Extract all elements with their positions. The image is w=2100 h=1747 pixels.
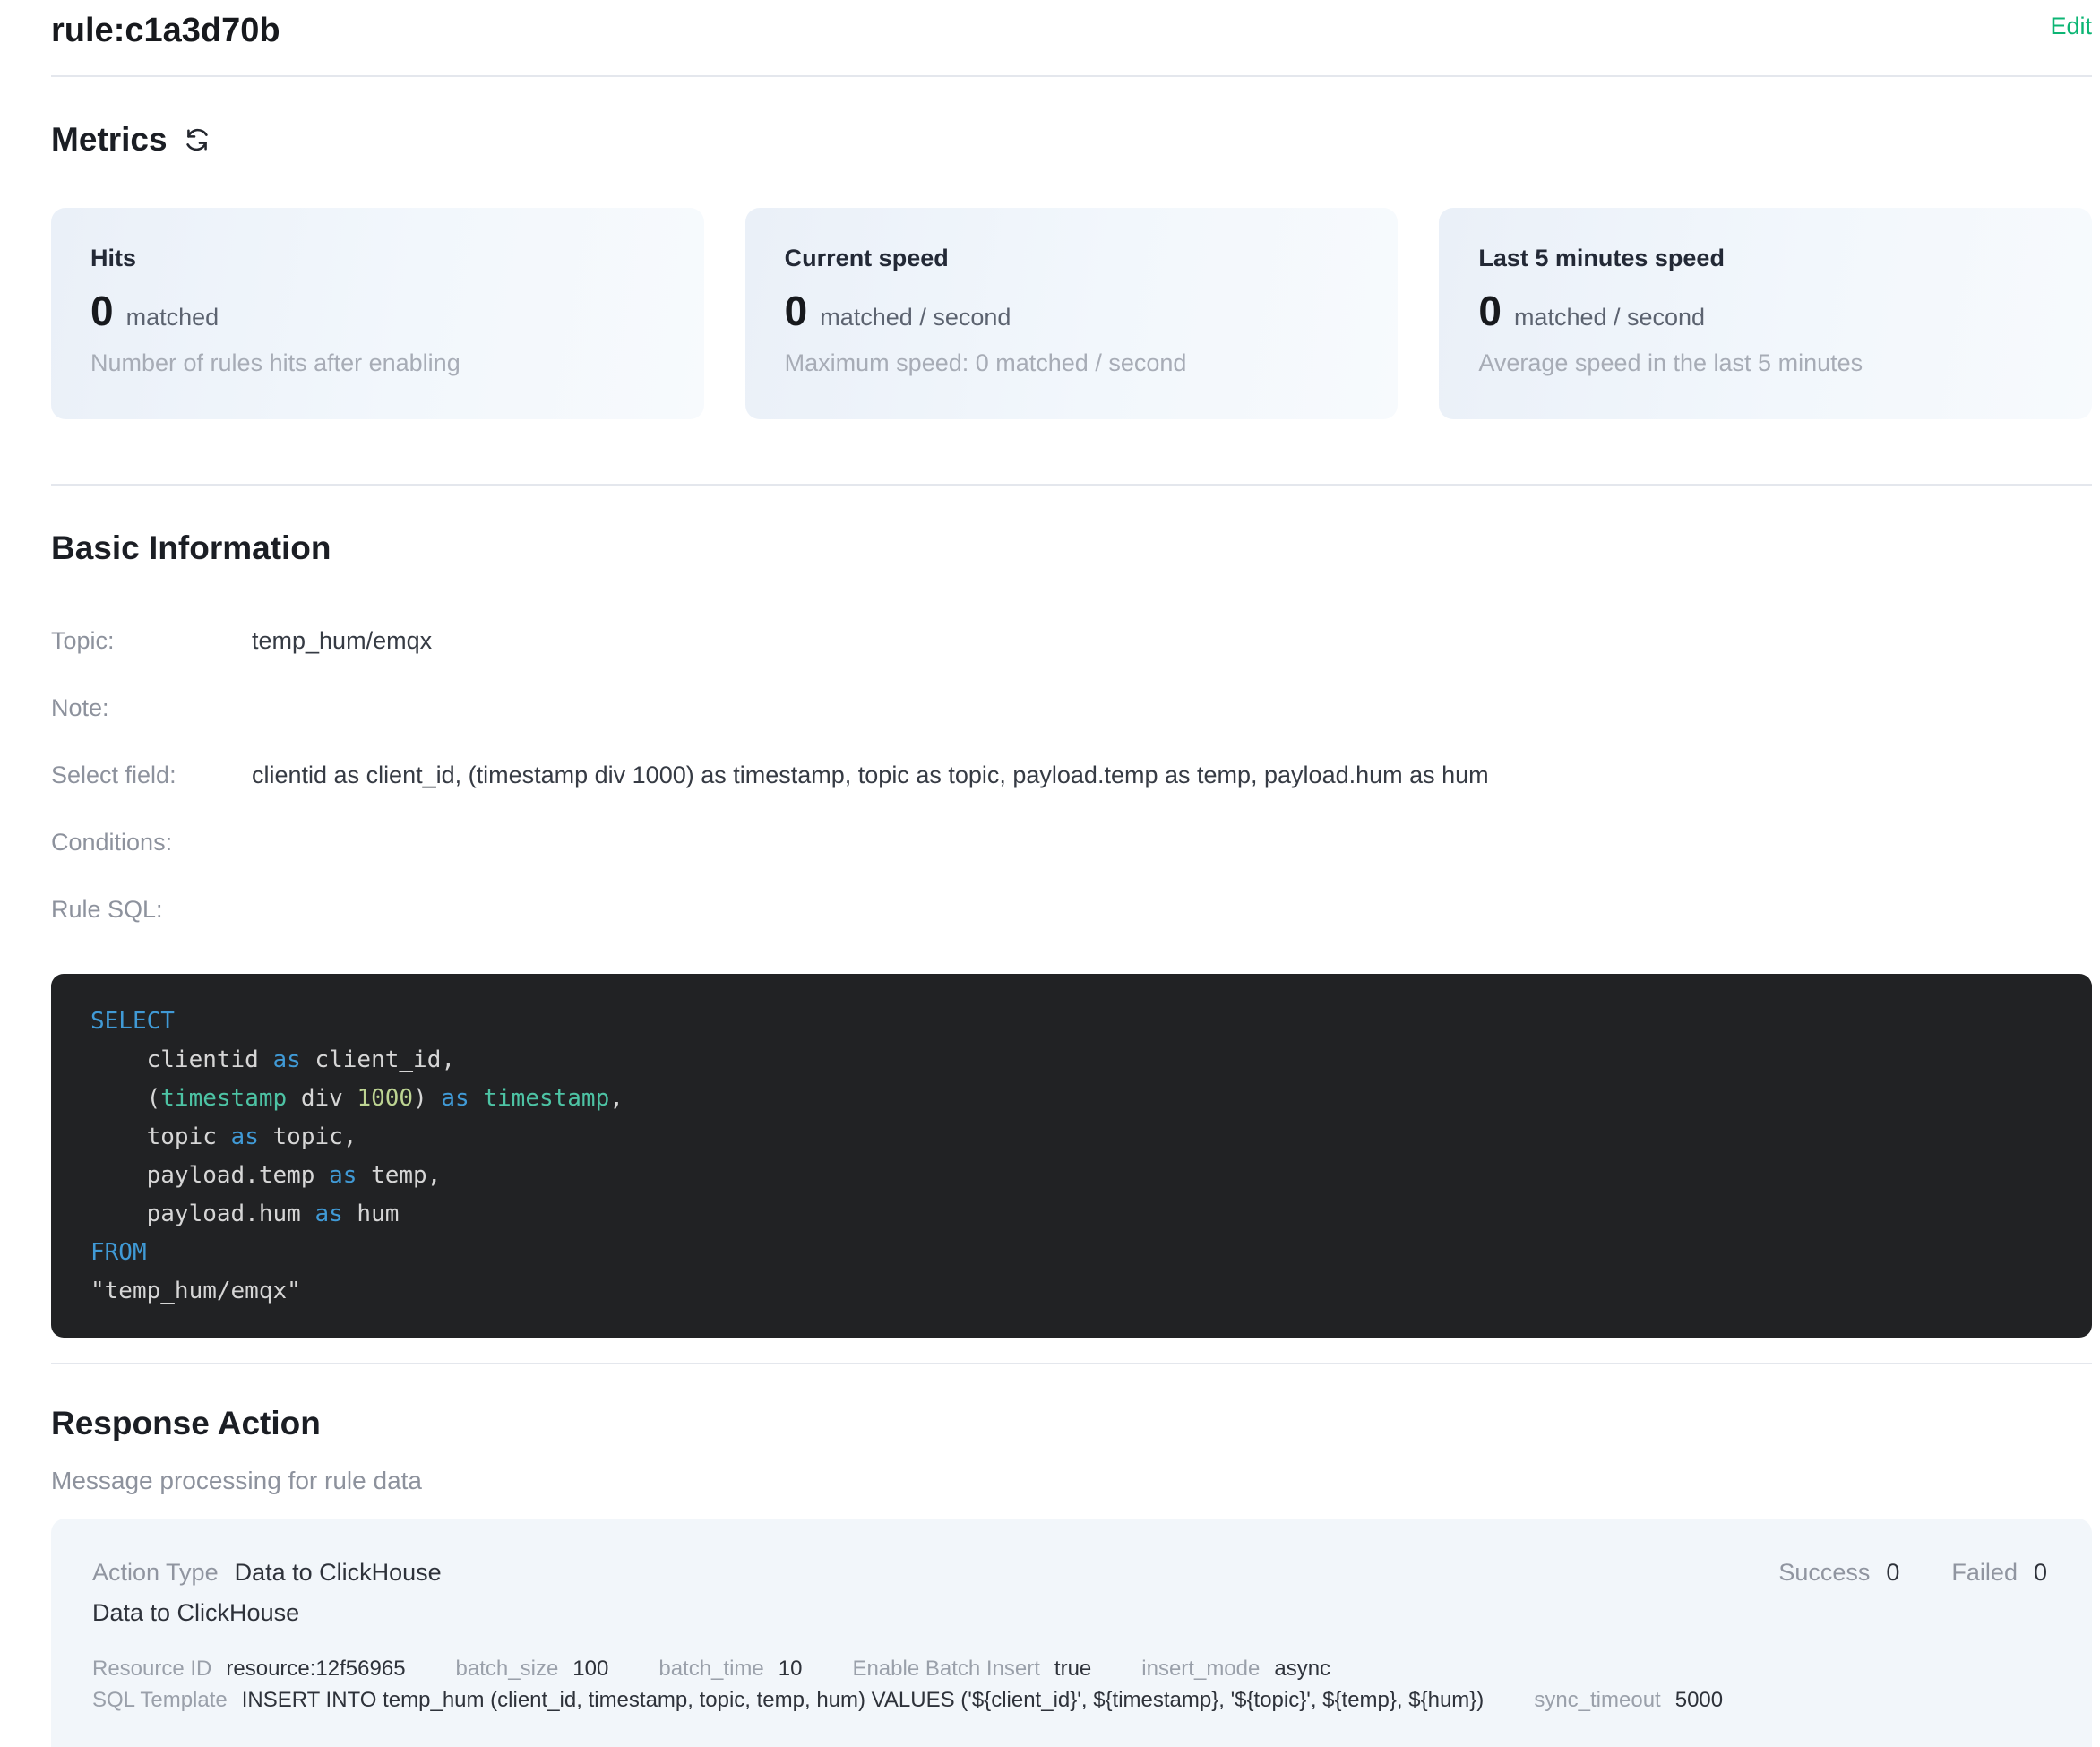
metric-card-value: 0	[785, 288, 808, 333]
info-row-label: Rule SQL:	[51, 896, 252, 924]
rule-detail-page: rule:c1a3d70b Edit Metrics Hits 0 matche…	[0, 0, 2100, 1747]
action-param-value: async	[1274, 1656, 1330, 1682]
action-params-row-1: Resource ID resource:12f56965 batch_size…	[92, 1656, 2051, 1682]
metric-card-unit: matched / second	[1514, 304, 1705, 331]
info-row: Topic: temp_hum/emqx	[51, 607, 2092, 675]
action-type-row: Action Type Data to ClickHouse	[92, 1556, 442, 1588]
action-param: Resource ID resource:12f56965	[92, 1656, 406, 1682]
response-action-subtitle: Message processing for rule data	[51, 1465, 2092, 1497]
response-action-heading: Response Action	[51, 1404, 2092, 1443]
action-param: SQL Template INSERT INTO temp_hum (clien…	[92, 1687, 1484, 1714]
divider	[51, 75, 2092, 77]
code-line: payload.temp as temp,	[90, 1157, 2053, 1195]
action-params-row-2: SQL Template INSERT INTO temp_hum (clien…	[92, 1687, 2051, 1714]
action-param: batch_size 100	[456, 1656, 609, 1682]
metric-card-value: 0	[1478, 288, 1502, 333]
info-row: Rule SQL:	[51, 876, 2092, 943]
metric-card-value-row: 0 matched / second	[1478, 288, 2053, 333]
info-row: Note:	[51, 675, 2092, 742]
info-row: Conditions:	[51, 809, 2092, 876]
code-line: payload.hum as hum	[90, 1195, 2053, 1234]
action-param: batch_time 10	[658, 1656, 802, 1682]
metric-card-title: Hits	[90, 244, 665, 272]
metric-card: Last 5 minutes speed 0 matched / second …	[1439, 208, 2092, 419]
code-line: topic as topic,	[90, 1118, 2053, 1157]
metric-card-value: 0	[90, 288, 114, 333]
action-stat-value: 0	[1886, 1556, 1899, 1588]
action-param-label: insert_mode	[1141, 1656, 1260, 1682]
metric-card-unit: matched / second	[820, 304, 1011, 331]
info-row-label: Topic:	[51, 627, 252, 655]
info-row-value: clientid as client_id, (timestamp div 10…	[252, 762, 1489, 789]
page-header: rule:c1a3d70b Edit	[51, 0, 2092, 75]
info-row-value: temp_hum/emqx	[252, 627, 432, 655]
action-param-value: 5000	[1675, 1687, 1723, 1714]
divider	[51, 484, 2092, 486]
refresh-icon[interactable]	[182, 125, 212, 155]
action-stat-label: Success	[1778, 1556, 1870, 1588]
action-param-label: SQL Template	[92, 1687, 228, 1714]
divider	[51, 1363, 2092, 1364]
metric-card-description: Maximum speed: 0 matched / second	[785, 348, 1359, 378]
action-param-value: resource:12f56965	[226, 1656, 405, 1682]
action-param-label: batch_size	[456, 1656, 559, 1682]
action-card-header: Action Type Data to ClickHouse Success 0…	[92, 1556, 2051, 1588]
action-param: insert_mode async	[1141, 1656, 1330, 1682]
action-param-value: 100	[572, 1656, 608, 1682]
code-line: SELECT	[90, 1003, 2053, 1041]
action-card: Action Type Data to ClickHouse Success 0…	[51, 1519, 2092, 1747]
metrics-heading-row: Metrics	[51, 120, 2092, 159]
action-param-value: 10	[779, 1656, 803, 1682]
action-name: Data to ClickHouse	[92, 1596, 2051, 1629]
metric-card-description: Average speed in the last 5 minutes	[1478, 348, 2053, 378]
page-title: rule:c1a3d70b	[51, 9, 280, 52]
metric-card: Current speed 0 matched / second Maximum…	[745, 208, 1399, 419]
action-param-value: INSERT INTO temp_hum (client_id, timesta…	[242, 1687, 1485, 1714]
action-stat-value: 0	[2034, 1556, 2047, 1588]
metric-card-description: Number of rules hits after enabling	[90, 348, 665, 378]
metric-cards: Hits 0 matched Number of rules hits afte…	[51, 208, 2092, 419]
metric-card-unit: matched	[126, 304, 219, 331]
info-row-label: Conditions:	[51, 829, 252, 856]
code-line: FROM	[90, 1234, 2053, 1272]
metric-card-value-row: 0 matched	[90, 288, 665, 333]
action-param-value: true	[1054, 1656, 1091, 1682]
info-row-label: Note:	[51, 694, 252, 722]
metric-card-title: Current speed	[785, 244, 1359, 272]
metric-card-value-row: 0 matched / second	[785, 288, 1359, 333]
code-line: "temp_hum/emqx"	[90, 1272, 2053, 1311]
action-param-label: Resource ID	[92, 1656, 211, 1682]
action-type-value: Data to ClickHouse	[235, 1556, 442, 1588]
action-stat-label: Failed	[1951, 1556, 2018, 1588]
metric-card-title: Last 5 minutes speed	[1478, 244, 2053, 272]
action-param: sync_timeout 5000	[1534, 1687, 1723, 1714]
code-line: (timestamp div 1000) as timestamp,	[90, 1080, 2053, 1118]
info-row-label: Select field:	[51, 762, 252, 789]
code-line: clientid as client_id,	[90, 1041, 2053, 1080]
basic-information-heading: Basic Information	[51, 529, 2092, 568]
metric-card: Hits 0 matched Number of rules hits afte…	[51, 208, 704, 419]
action-stat: Success 0	[1778, 1556, 1899, 1588]
edit-link[interactable]: Edit	[2050, 11, 2092, 41]
action-param-label: batch_time	[658, 1656, 763, 1682]
action-param-label: sync_timeout	[1534, 1687, 1660, 1714]
action-type-label: Action Type	[92, 1556, 219, 1588]
rule-sql-code-block: SELECT clientid as client_id, (timestamp…	[51, 974, 2092, 1338]
action-param: Enable Batch Insert true	[852, 1656, 1091, 1682]
action-stats: Success 0 Failed 0	[1778, 1556, 2047, 1588]
action-stat: Failed 0	[1951, 1556, 2047, 1588]
metrics-heading: Metrics	[51, 120, 168, 159]
basic-information-fields: Topic: temp_hum/emqx Note: Select field:…	[51, 607, 2092, 943]
action-param-label: Enable Batch Insert	[852, 1656, 1039, 1682]
info-row: Select field: clientid as client_id, (ti…	[51, 742, 2092, 809]
